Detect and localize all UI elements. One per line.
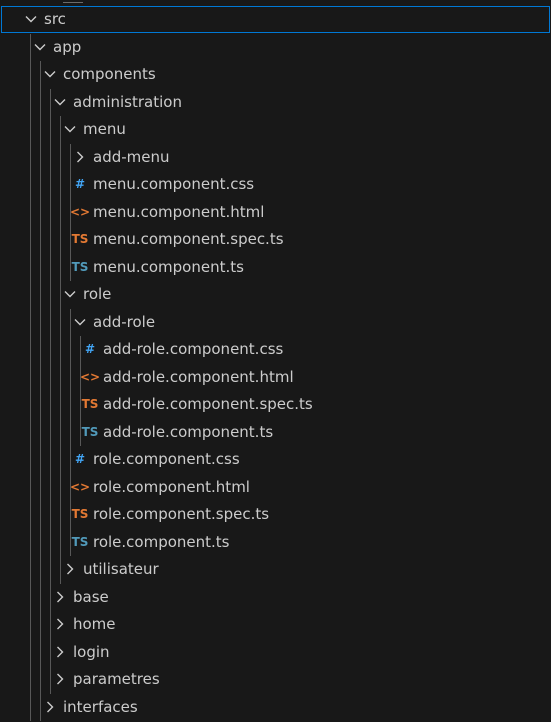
chevron-right-icon[interactable] xyxy=(53,639,69,666)
tree-item-label: menu.component.ts xyxy=(93,257,244,276)
tree-item-label: login xyxy=(73,642,110,661)
indent-guide xyxy=(50,88,51,694)
tree-file-row[interactable]: TS role.component.ts xyxy=(0,529,551,556)
chevron-right-icon[interactable] xyxy=(63,556,79,583)
tree-item-label: home xyxy=(73,615,116,633)
tree-item-label: utilisateur xyxy=(83,560,159,578)
tree-folder-role[interactable]: role xyxy=(0,281,551,308)
tree-item-label: add-role.component.html xyxy=(103,367,294,386)
tree-item-label: role.component.ts xyxy=(93,532,230,551)
tree-item-label: interfaces xyxy=(63,697,138,716)
tree-folder-menu[interactable]: menu xyxy=(0,116,551,143)
tree-folder-home[interactable]: home xyxy=(0,611,551,638)
tree-item-label: src xyxy=(44,10,66,28)
typescript-spec-file-icon: TS xyxy=(71,507,89,521)
tree-file-row[interactable]: <> role.component.html xyxy=(0,474,551,501)
tree-item-label: role.component.html xyxy=(93,477,250,496)
chevron-right-icon[interactable] xyxy=(53,666,69,693)
css-file-icon: # xyxy=(74,177,86,191)
tree-item-label: administration xyxy=(73,92,182,111)
tree-folder-add-menu[interactable]: add-menu xyxy=(0,144,551,171)
tree-item-label: menu xyxy=(83,120,126,138)
tree-item-label: add-menu xyxy=(93,147,170,166)
html-file-icon: <> xyxy=(80,369,101,384)
tree-folder-app[interactable]: app xyxy=(0,34,551,61)
tree-file-row[interactable]: TS role.component.spec.ts xyxy=(0,501,551,528)
chevron-down-icon[interactable] xyxy=(63,281,79,308)
typescript-file-icon: TS xyxy=(71,259,89,274)
tree-item-label: app xyxy=(53,37,82,56)
chevron-right-icon[interactable] xyxy=(53,584,69,611)
tree-folder-base[interactable]: base xyxy=(0,584,551,611)
tree-folder-utilisateur[interactable]: utilisateur xyxy=(0,556,551,583)
chevron-down-icon[interactable] xyxy=(43,61,59,88)
tree-file-row[interactable]: TS add-role.component.ts xyxy=(0,419,551,446)
indent-guide xyxy=(70,143,71,281)
tree-item-label: role.component.spec.ts xyxy=(93,505,270,523)
typescript-file-icon: TS xyxy=(81,424,99,439)
tree-item-label: menu.component.css xyxy=(93,175,255,193)
tree-folder-login[interactable]: login xyxy=(0,639,551,666)
tree-item-label: parametres xyxy=(73,670,160,688)
chevron-down-icon[interactable] xyxy=(53,89,69,116)
tree-folder-administration[interactable]: administration xyxy=(0,89,551,116)
tree-file-row[interactable]: TS add-role.component.spec.ts xyxy=(0,391,551,418)
tree-file-row[interactable]: TS menu.component.spec.ts xyxy=(0,226,551,253)
chevron-down-icon[interactable] xyxy=(33,34,49,61)
tree-file-row[interactable]: # add-role.component.css xyxy=(0,336,551,363)
chevron-down-icon[interactable] xyxy=(24,6,40,33)
tree-folder-src[interactable]: src xyxy=(1,6,550,33)
chevron-down-icon[interactable] xyxy=(73,309,89,336)
css-file-icon: # xyxy=(84,342,96,356)
tree-item-label: add-role.component.ts xyxy=(103,422,274,441)
tree-item-label: role xyxy=(83,285,112,303)
chevron-right-icon[interactable] xyxy=(43,694,59,721)
typescript-file-icon: TS xyxy=(71,534,89,549)
css-file-icon: # xyxy=(74,452,86,466)
indent-guide xyxy=(70,308,71,556)
tree-folder-interfaces[interactable]: interfaces xyxy=(0,694,551,721)
indent-guide xyxy=(60,116,61,584)
indent-guide xyxy=(80,336,81,446)
tree-file-row[interactable]: # role.component.css xyxy=(0,446,551,473)
tree-item-label: add-role xyxy=(93,312,156,331)
file-explorer-tree: src app components administration menu add-me… xyxy=(0,0,551,722)
chevron-right-icon[interactable] xyxy=(73,144,89,171)
html-file-icon: <> xyxy=(70,204,91,219)
tree-folder-components[interactable]: components xyxy=(0,61,551,88)
tree-item-label: menu.component.html xyxy=(93,202,265,221)
tree-item-label: components xyxy=(63,65,156,83)
chevron-down-icon[interactable] xyxy=(63,116,79,143)
chevron-right-icon[interactable] xyxy=(53,611,69,638)
tree-file-row[interactable]: TS menu.component.ts xyxy=(0,254,551,281)
tree-item-label: menu.component.spec.ts xyxy=(93,230,284,248)
html-file-icon: <> xyxy=(70,479,91,494)
tree-file-row[interactable]: # menu.component.css xyxy=(0,171,551,198)
indent-guide xyxy=(30,33,31,721)
tree-item-label: add-role.component.spec.ts xyxy=(103,395,313,413)
tree-folder-add-role[interactable]: add-role xyxy=(0,309,551,336)
tree-item-label: base xyxy=(73,587,109,606)
indent-guide xyxy=(40,61,41,721)
tree-folder-parametres[interactable]: parametres xyxy=(0,666,551,693)
tree-file-row[interactable]: <> add-role.component.html xyxy=(0,364,551,391)
typescript-spec-file-icon: TS xyxy=(81,397,99,411)
tree-item-label: role.component.css xyxy=(93,450,240,468)
tree-item-label: add-role.component.css xyxy=(103,340,284,358)
typescript-spec-file-icon: TS xyxy=(71,232,89,246)
tree-file-row[interactable]: <> menu.component.html xyxy=(0,199,551,226)
